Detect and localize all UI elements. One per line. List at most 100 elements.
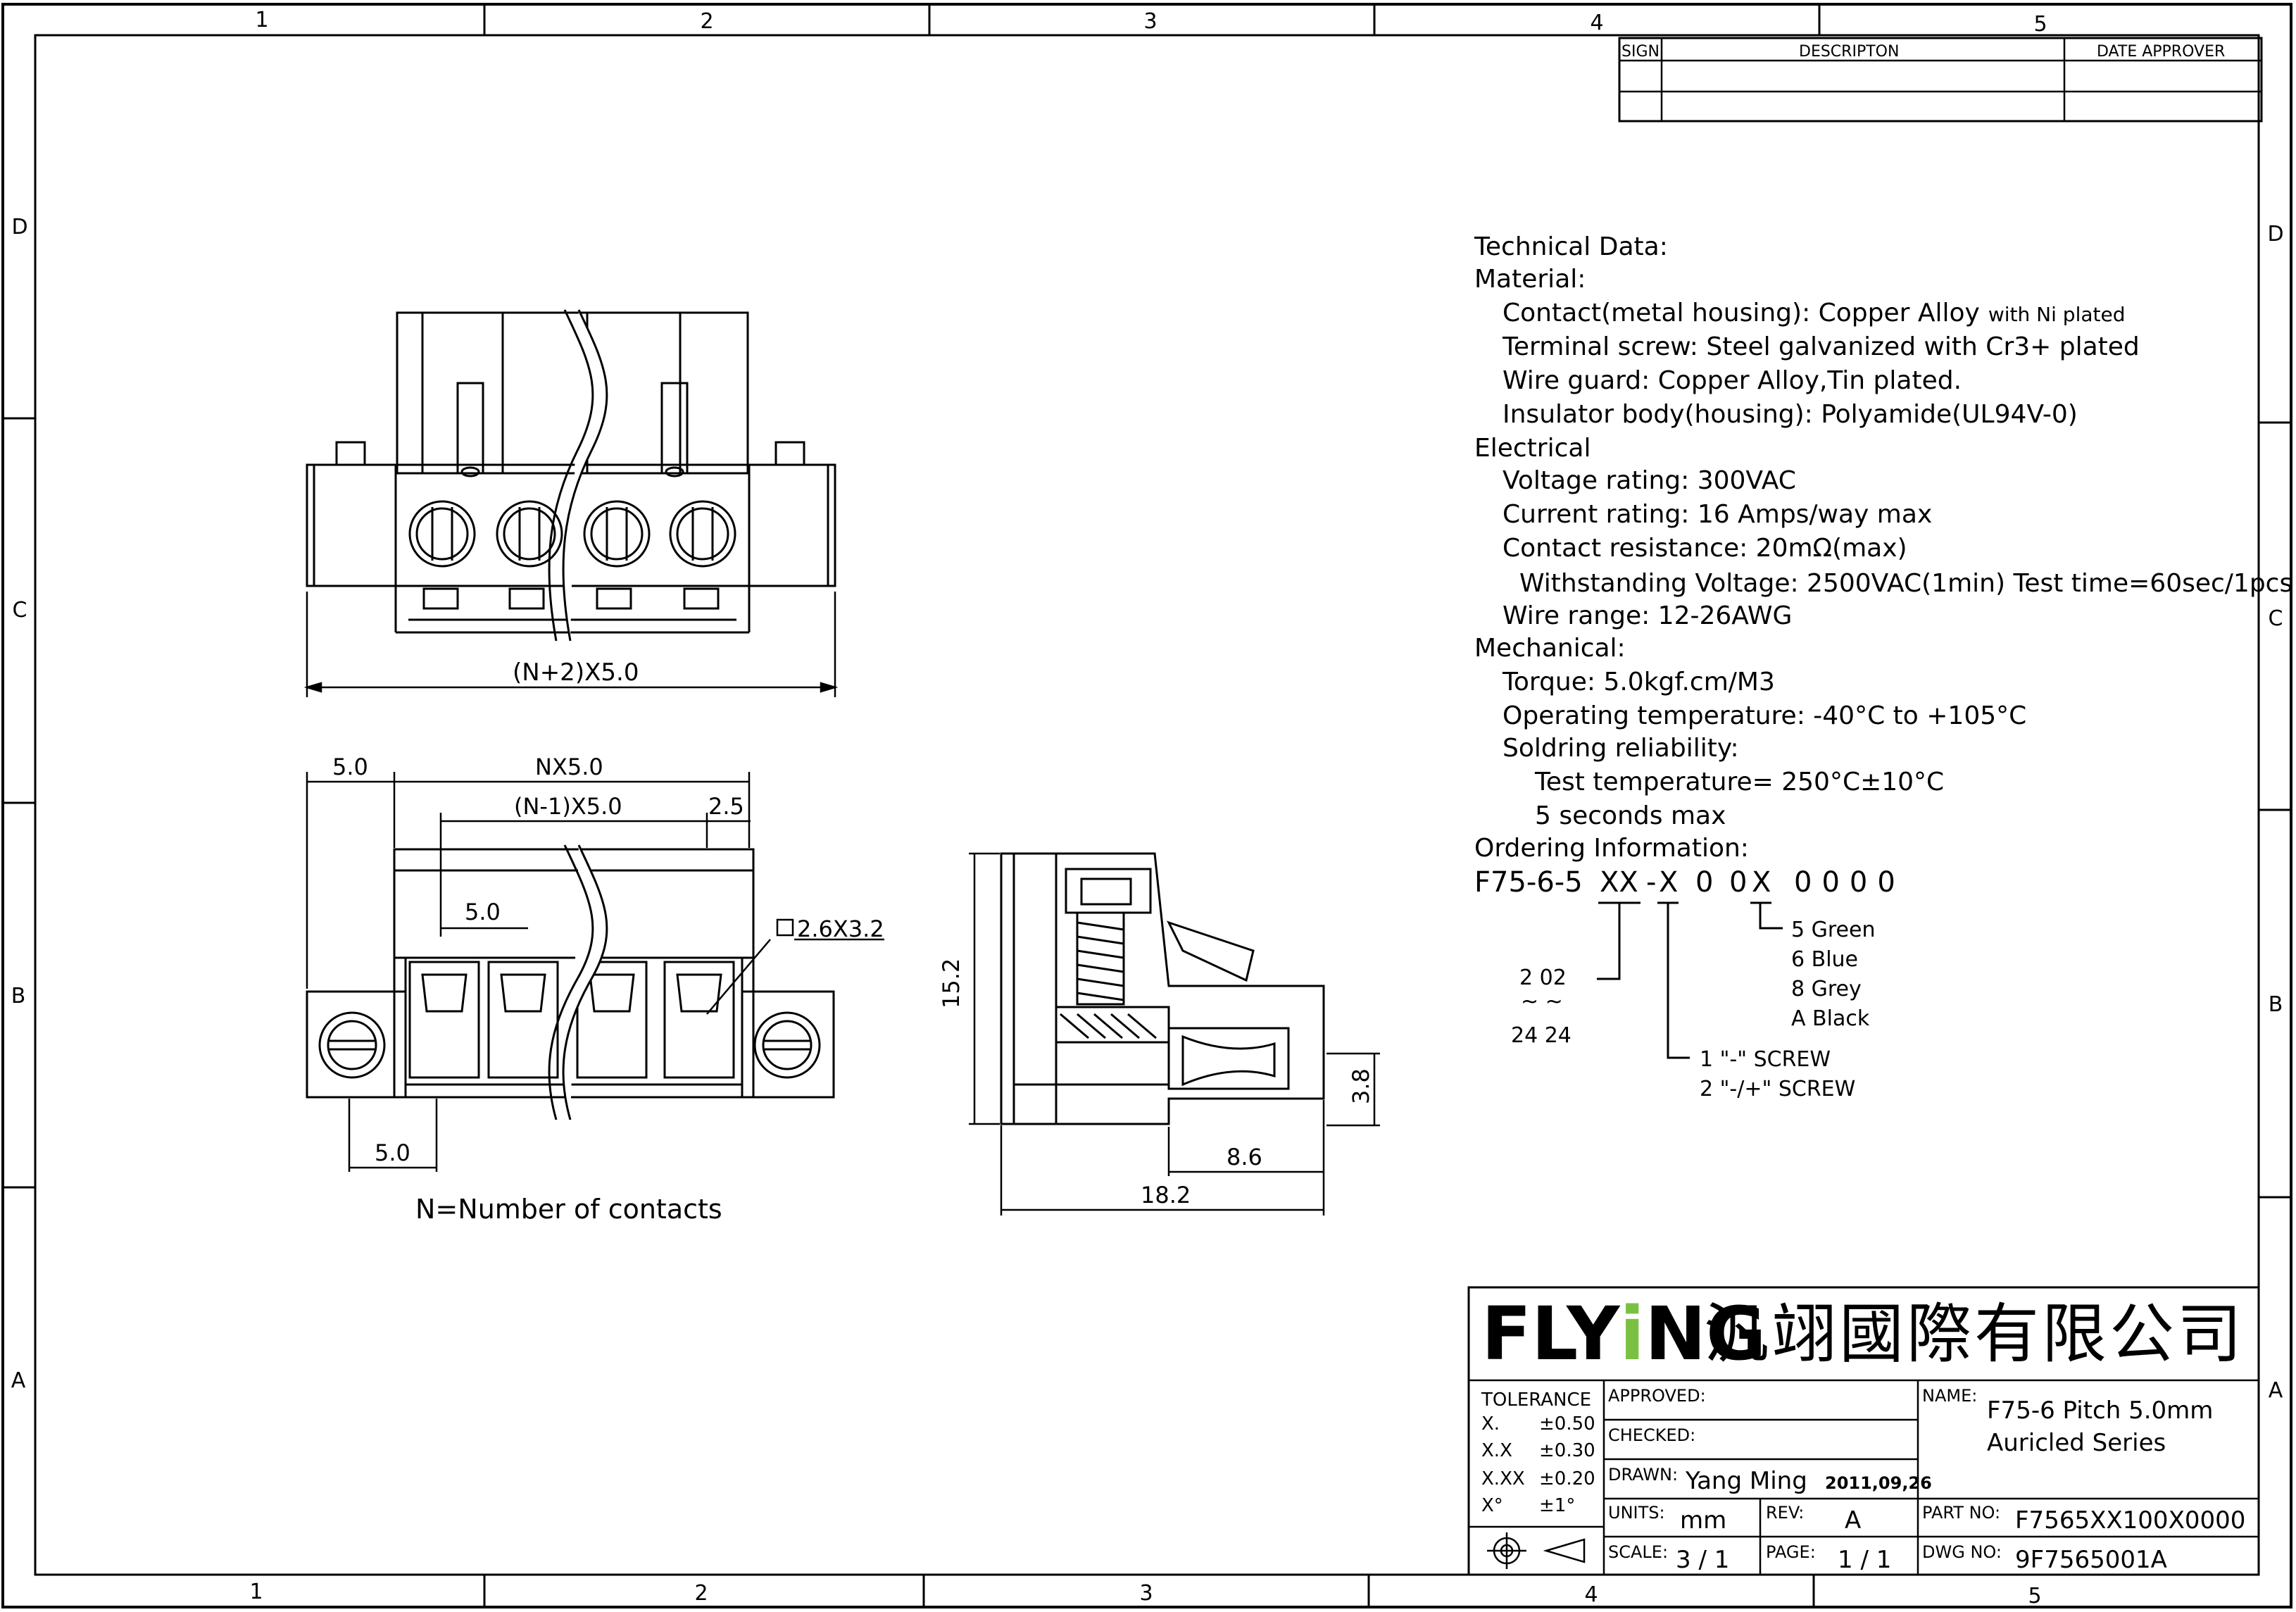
dim-18-2: 18.2 [1141, 1182, 1191, 1208]
order-x1: X [1659, 866, 1678, 899]
dim-2-5: 2.5 [708, 793, 744, 820]
tech-wire-guard: Wire guard: Copper Alloy,Tin plated. [1503, 366, 1962, 395]
checked-label: CHECKED: [1608, 1425, 1695, 1445]
tol-deg-key: X° [1481, 1495, 1503, 1516]
tech-resistance: Contact resistance: 20mΩ(max) [1503, 534, 1907, 563]
rev-sign-header: SIGN [1621, 43, 1660, 61]
order-xx: XX [1600, 866, 1638, 899]
color-option-black: A Black [1791, 1006, 1870, 1031]
zone-right-c: C [2269, 606, 2283, 631]
zone-left-c: C [13, 598, 27, 623]
zone-top-3: 3 [1143, 9, 1157, 34]
zone-top-4: 4 [1590, 11, 1603, 35]
zone-top-2: 2 [700, 9, 713, 34]
dim-square: 2.6X3.2 [797, 916, 884, 942]
dim-n1x5: (N-1)X5.0 [514, 793, 622, 820]
part-name-line-2: Auricled Series [1987, 1429, 2166, 1457]
tol-xxx-val: ±0.20 [1539, 1468, 1595, 1489]
screw-option-2: 2 "-/+" SCREW [1700, 1077, 1855, 1101]
tech-insulator: Insulator body(housing): Polyamide(UL94V… [1503, 400, 2078, 429]
tech-voltage: Voltage rating: 300VAC [1503, 466, 1796, 495]
zone-right-d: D [2267, 222, 2283, 246]
zone-bottom-1: 1 [249, 1580, 263, 1604]
dim-8-6: 8.6 [1227, 1144, 1262, 1170]
dim-inner-5: 5.0 [465, 899, 501, 925]
order-0a: 0 [1695, 866, 1713, 899]
zone-right-a: A [2269, 1378, 2283, 1403]
units-value: mm [1680, 1506, 1726, 1535]
tol-x-val: ±0.50 [1539, 1413, 1595, 1435]
part-label: PART NO: [1922, 1503, 2000, 1523]
drawn-date: 2011,09,26 [1825, 1473, 1932, 1493]
svg-text:Contact(metal housing): Copper: Contact(metal housing): Copper Alloy with… [1503, 299, 2126, 327]
tech-mechanical: Mechanical: [1474, 634, 1626, 663]
tol-deg-val: ±1° [1539, 1495, 1575, 1516]
tech-contact-plating: with Ni plated [1988, 303, 2126, 326]
zone-bottom-4: 4 [1584, 1582, 1598, 1607]
order-prefix: F75-6-5 [1474, 866, 1583, 899]
tol-xx-val: ±0.30 [1539, 1440, 1595, 1461]
drawing-sheet: 1 2 3 4 5 1 2 3 4 5 D C B A D C B A SIGN… [0, 0, 2296, 1612]
tech-torque: Torque: 5.0kgf.cm/M3 [1502, 668, 1775, 696]
tolerance-label: TOLERANCE [1481, 1389, 1591, 1411]
page-value: 1 / 1 [1838, 1546, 1891, 1574]
contacts-note: N=Number of contacts [415, 1194, 722, 1225]
color-option-grey: 8 Grey [1791, 977, 1862, 1001]
color-option-green: 5 Green [1791, 918, 1875, 942]
dim-left-5: 5.0 [332, 754, 368, 780]
tech-seconds: 5 seconds max [1535, 801, 1726, 830]
dim-15-2: 15.2 [938, 958, 965, 1008]
drawing-number: 9F7565001A [2015, 1546, 2167, 1574]
tol-xx-key: X.X [1481, 1440, 1512, 1461]
color-option-blue: 6 Blue [1791, 947, 1858, 972]
tol-x-key: X. [1481, 1413, 1500, 1435]
zone-left-b: B [11, 984, 26, 1008]
drawn-label: DRAWN: [1608, 1465, 1678, 1485]
dim-nx5: NX5.0 [535, 754, 603, 780]
drawn-name: Yang Ming [1685, 1467, 1807, 1495]
tech-wire-range: Wire range: 12-26AWG [1503, 601, 1792, 630]
zone-top-5: 5 [2033, 12, 2047, 37]
zone-bottom-5: 5 [2028, 1584, 2041, 1608]
page-label: PAGE: [1766, 1542, 1816, 1562]
dim-top-width: (N+2)X5.0 [513, 658, 639, 687]
order-tail: 0000 [1794, 866, 1905, 899]
tech-contact: Contact(metal housing): Copper Alloy [1503, 299, 1980, 327]
zone-left-a: A [11, 1368, 26, 1393]
rev-date-approver-header: DATE APPROVER [2097, 43, 2225, 61]
tech-test-temp: Test temperature= 250°C±10°C [1534, 768, 1944, 796]
order-dash: - [1646, 866, 1656, 899]
zone-bottom-3: 3 [1139, 1581, 1153, 1606]
tech-heading: Technical Data: [1474, 232, 1668, 261]
dwg-label: DWG NO: [1922, 1542, 2002, 1562]
dim-3-8: 3.8 [1348, 1068, 1374, 1104]
tech-current: Current rating: 16 Amps/way max [1503, 500, 1932, 529]
rev-value: A [1845, 1506, 1861, 1535]
tech-material: Material: [1474, 265, 1586, 294]
name-label: NAME: [1922, 1386, 1977, 1406]
tech-electrical: Electrical [1474, 434, 1591, 463]
tol-xxx-key: X.XX [1481, 1468, 1525, 1489]
tech-screw: Terminal screw: Steel galvanized with Cr… [1502, 332, 2140, 361]
range-tilde: ~ ~ [1521, 989, 1563, 1014]
tech-soldering: Soldring reliability: [1503, 734, 1739, 763]
screw-option-1: 1 "-" SCREW [1700, 1047, 1831, 1072]
range-from: 2 02 [1519, 966, 1567, 990]
range-to: 24 24 [1511, 1023, 1572, 1048]
order-x2: X [1752, 866, 1771, 899]
company-name: 汎翊國際有限公司 [1704, 1297, 2245, 1372]
zone-bottom-2: 2 [694, 1581, 708, 1606]
units-label: UNITS: [1608, 1503, 1665, 1523]
tech-ordering: Ordering Information: [1474, 834, 1749, 863]
part-number: F7565XX100X0000 [2015, 1506, 2245, 1535]
part-name-line-1: F75-6 Pitch 5.0mm [1987, 1397, 2213, 1425]
rev-label: REV: [1766, 1503, 1804, 1523]
zone-left-d: D [11, 215, 27, 239]
scale-value: 3 / 1 [1676, 1546, 1729, 1574]
tech-withstand: Withstanding Voltage: 2500VAC(1min) Test… [1519, 569, 2292, 598]
dim-bottom-5: 5.0 [375, 1139, 410, 1166]
zone-right-b: B [2269, 992, 2283, 1017]
scale-label: SCALE: [1608, 1542, 1668, 1562]
order-0b: 0 [1729, 866, 1747, 899]
tech-op-temp: Operating temperature: -40°C to +105°C [1503, 701, 2026, 730]
